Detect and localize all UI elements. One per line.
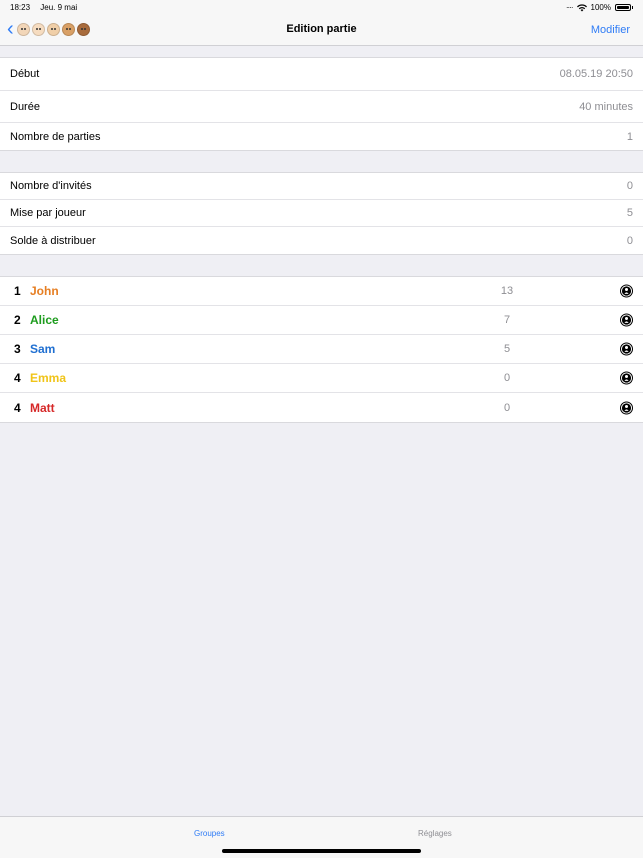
status-date: Jeu. 9 mai <box>40 3 78 12</box>
balance-row[interactable]: Solde à distribuer 0 <box>0 227 643 254</box>
game-count-row[interactable]: Nombre de parties 1 <box>0 123 643 150</box>
duration-value: 40 minutes <box>579 100 633 113</box>
balance-label: Solde à distribuer <box>10 234 96 247</box>
start-row[interactable]: Début 08.05.19 20:50 <box>0 58 643 91</box>
player-score: 0 <box>503 372 511 384</box>
balance-value: 0 <box>626 234 633 247</box>
player-rank: 4 <box>14 371 21 385</box>
player-score: 13 <box>500 285 514 297</box>
player-rank: 3 <box>14 342 21 356</box>
wifi-icon <box>576 3 587 12</box>
signal-dots-icon: ···· <box>565 3 574 12</box>
home-indicator[interactable] <box>222 849 421 853</box>
duration-row[interactable]: Durée 40 minutes <box>0 91 643 123</box>
navigation-bar: ‹ Edition partie Modifier <box>0 14 643 46</box>
player-rank: 4 <box>14 400 21 415</box>
person-circle-icon[interactable] <box>620 401 633 414</box>
player-name: Alice <box>30 313 59 327</box>
guests-label: Nombre d'invités <box>10 180 92 192</box>
player-row[interactable]: 4 Matt 0 <box>0 393 643 422</box>
duration-label: Durée <box>10 100 40 113</box>
tab-settings[interactable]: Réglages <box>418 829 452 838</box>
player-row[interactable]: 1 John 13 <box>0 277 643 306</box>
bet-value: 5 <box>626 207 633 219</box>
player-name: John <box>30 284 59 298</box>
start-value: 08.05.19 20:50 <box>559 68 633 80</box>
bet-row[interactable]: Mise par joueur 5 <box>0 200 643 227</box>
player-name: Emma <box>30 371 67 385</box>
person-circle-icon[interactable] <box>620 313 633 327</box>
stakes-section: Nombre d'invités 0 Mise par joueur 5 Sol… <box>0 172 643 255</box>
status-right: ···· 100% <box>566 3 633 12</box>
person-circle-icon[interactable] <box>620 284 633 298</box>
game-count-label: Nombre de parties <box>10 130 101 143</box>
player-row[interactable]: 4 Emma 0 <box>0 364 643 393</box>
person-circle-icon[interactable] <box>620 371 633 385</box>
player-score: 7 <box>503 314 511 326</box>
battery-tip-icon <box>632 6 633 9</box>
modify-button[interactable]: Modifier <box>591 24 630 36</box>
player-score: 5 <box>503 343 511 355</box>
player-name: Sam <box>30 342 56 356</box>
player-row[interactable]: 2 Alice 7 <box>0 306 643 335</box>
status-left: 18:23 Jeu. 9 mai <box>10 3 77 12</box>
guests-value: 0 <box>626 180 633 192</box>
player-name: Matt <box>30 400 55 415</box>
battery-percent: 100% <box>590 3 611 12</box>
bet-label: Mise par joueur <box>10 207 86 219</box>
player-row[interactable]: 3 Sam 5 <box>0 335 643 364</box>
person-circle-icon[interactable] <box>620 342 633 356</box>
guests-row[interactable]: Nombre d'invités 0 <box>0 173 643 200</box>
player-score: 0 <box>503 401 511 414</box>
game-count-value: 1 <box>626 130 633 143</box>
tab-groups[interactable]: Groupes <box>194 829 225 838</box>
page-title: Edition partie <box>286 23 357 35</box>
battery-icon <box>615 4 631 11</box>
players-section: 1 John 13 2 Alice 7 3 Sam 5 4 Emma 0 4 M… <box>0 276 643 423</box>
status-bar: 18:23 Jeu. 9 mai ···· 100% <box>0 0 643 14</box>
game-info-section: Début 08.05.19 20:50 Durée 40 minutes No… <box>0 57 643 151</box>
status-time: 18:23 <box>10 3 31 12</box>
player-rank: 1 <box>14 284 21 298</box>
start-label: Début <box>10 68 40 80</box>
player-rank: 2 <box>14 313 21 327</box>
